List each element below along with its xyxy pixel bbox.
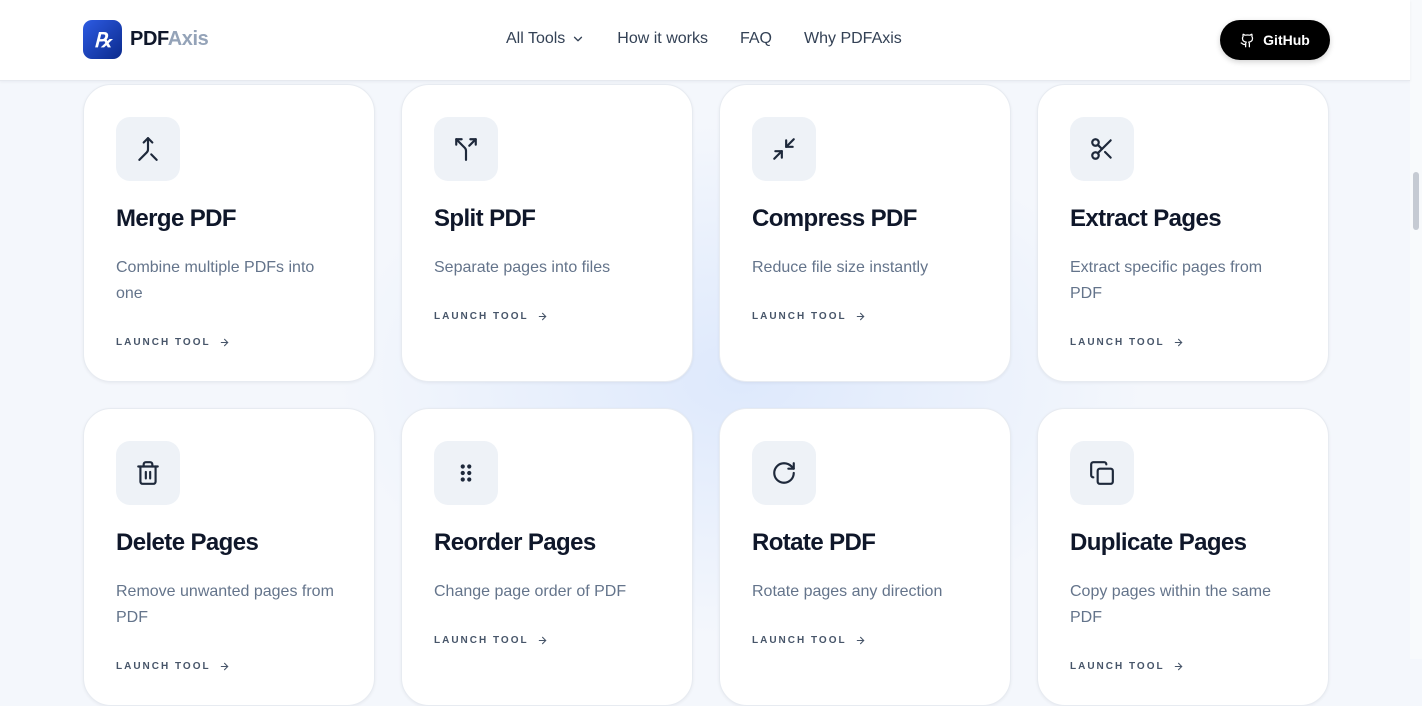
compress-icon (752, 117, 816, 181)
nav-item-label: All Tools (506, 30, 566, 47)
tool-title: Duplicate Pages (1070, 529, 1247, 556)
brand-name-main: PDF (130, 28, 168, 50)
arrow-right-icon (1173, 661, 1184, 672)
arrow-right-icon (537, 311, 548, 322)
nav-item-why-pdfaxis[interactable]: Why PDFAxis (804, 30, 902, 48)
arrow-right-icon (855, 635, 866, 646)
merge-icon (116, 117, 180, 181)
trash-icon (116, 441, 180, 505)
tool-description: Remove unwanted pages from PDF (116, 583, 334, 626)
tool-description: Copy pages within the same PDF (1070, 583, 1271, 626)
launch-tool-link[interactable]: LAUNCH TOOL (1070, 661, 1184, 672)
main-nav: All Tools How it works FAQ Why PDFAxis (506, 30, 934, 48)
tool-description: Change page order of PDF (434, 583, 627, 600)
chevron-down-icon (571, 32, 585, 46)
tool-title: Extract Pages (1070, 205, 1222, 232)
tool-card-duplicate-pages[interactable]: Duplicate Pages Copy pages within the sa… (1037, 408, 1329, 706)
arrow-right-icon (537, 635, 548, 646)
launch-tool-label: LAUNCH TOOL (116, 661, 211, 672)
tool-card-rotate-pdf[interactable]: Rotate PDF Rotate pages any direction LA… (719, 408, 1011, 706)
launch-tool-link[interactable]: LAUNCH TOOL (116, 337, 230, 348)
logo-mark: ℞ (83, 20, 122, 59)
grip-icon (434, 441, 498, 505)
site-header: ℞ PDFAxis All Tools How it works FAQ Why… (0, 0, 1410, 81)
tool-card-reorder-pages[interactable]: Reorder Pages Change page order of PDF L… (401, 408, 693, 706)
scrollbar-thumb[interactable] (1413, 172, 1419, 230)
github-button[interactable]: GitHub (1220, 20, 1330, 60)
brand-logo[interactable]: ℞ PDFAxis (83, 20, 209, 59)
tool-title: Merge PDF (116, 205, 237, 232)
nav-item-how-it-works[interactable]: How it works (617, 30, 708, 48)
copy-icon (1070, 441, 1134, 505)
nav-item-all-tools[interactable]: All Tools (506, 30, 585, 48)
launch-tool-link[interactable]: LAUNCH TOOL (1070, 337, 1184, 348)
tool-card-compress-pdf[interactable]: Compress PDF Reduce file size instantly … (719, 84, 1011, 382)
tool-description: Rotate pages any direction (752, 583, 943, 600)
tool-description: Combine multiple PDFs into one (116, 259, 315, 302)
launch-tool-label: LAUNCH TOOL (1070, 661, 1165, 672)
nav-item-faq[interactable]: FAQ (740, 30, 772, 48)
github-icon (1240, 33, 1255, 48)
tool-title: Delete Pages (116, 529, 259, 556)
tool-title: Compress PDF (752, 205, 917, 232)
page-scrollbar[interactable] (1410, 0, 1422, 659)
tool-description: Separate pages into files (434, 259, 611, 276)
tool-title: Rotate PDF (752, 529, 876, 556)
launch-tool-link[interactable]: LAUNCH TOOL (752, 635, 866, 646)
launch-tool-label: LAUNCH TOOL (116, 337, 211, 348)
brand-name-accent: Axis (167, 28, 209, 50)
arrow-right-icon (219, 337, 230, 348)
launch-tool-label: LAUNCH TOOL (434, 635, 529, 646)
svg-text:℞: ℞ (94, 30, 113, 52)
launch-tool-label: LAUNCH TOOL (752, 311, 847, 322)
tool-description: Extract specific pages from PDF (1070, 259, 1263, 302)
launch-tool-link[interactable]: LAUNCH TOOL (434, 311, 548, 322)
launch-tool-link[interactable]: LAUNCH TOOL (116, 661, 230, 672)
launch-tool-link[interactable]: LAUNCH TOOL (434, 635, 548, 646)
launch-tool-label: LAUNCH TOOL (434, 311, 529, 322)
launch-tool-link[interactable]: LAUNCH TOOL (752, 311, 866, 322)
arrow-right-icon (855, 311, 866, 322)
tool-card-split-pdf[interactable]: Split PDF Separate pages into files LAUN… (401, 84, 693, 382)
tool-card-delete-pages[interactable]: Delete Pages Remove unwanted pages from … (83, 408, 375, 706)
arrow-right-icon (1173, 337, 1184, 348)
rx-logo-icon: ℞ (94, 30, 113, 52)
tool-title: Split PDF (434, 205, 536, 232)
tool-card-merge-pdf[interactable]: Merge PDF Combine multiple PDFs into one… (83, 84, 375, 382)
rotate-icon (752, 441, 816, 505)
scissors-icon (1070, 117, 1134, 181)
arrow-right-icon (219, 661, 230, 672)
launch-tool-label: LAUNCH TOOL (1070, 337, 1165, 348)
tool-card-extract-pages[interactable]: Extract Pages Extract specific pages fro… (1037, 84, 1329, 382)
split-icon (434, 117, 498, 181)
tool-title: Reorder Pages (434, 529, 596, 556)
github-label: GitHub (1263, 32, 1310, 48)
tool-description: Reduce file size instantly (752, 259, 929, 276)
launch-tool-label: LAUNCH TOOL (752, 635, 847, 646)
brand-name: PDFAxis (130, 28, 209, 51)
